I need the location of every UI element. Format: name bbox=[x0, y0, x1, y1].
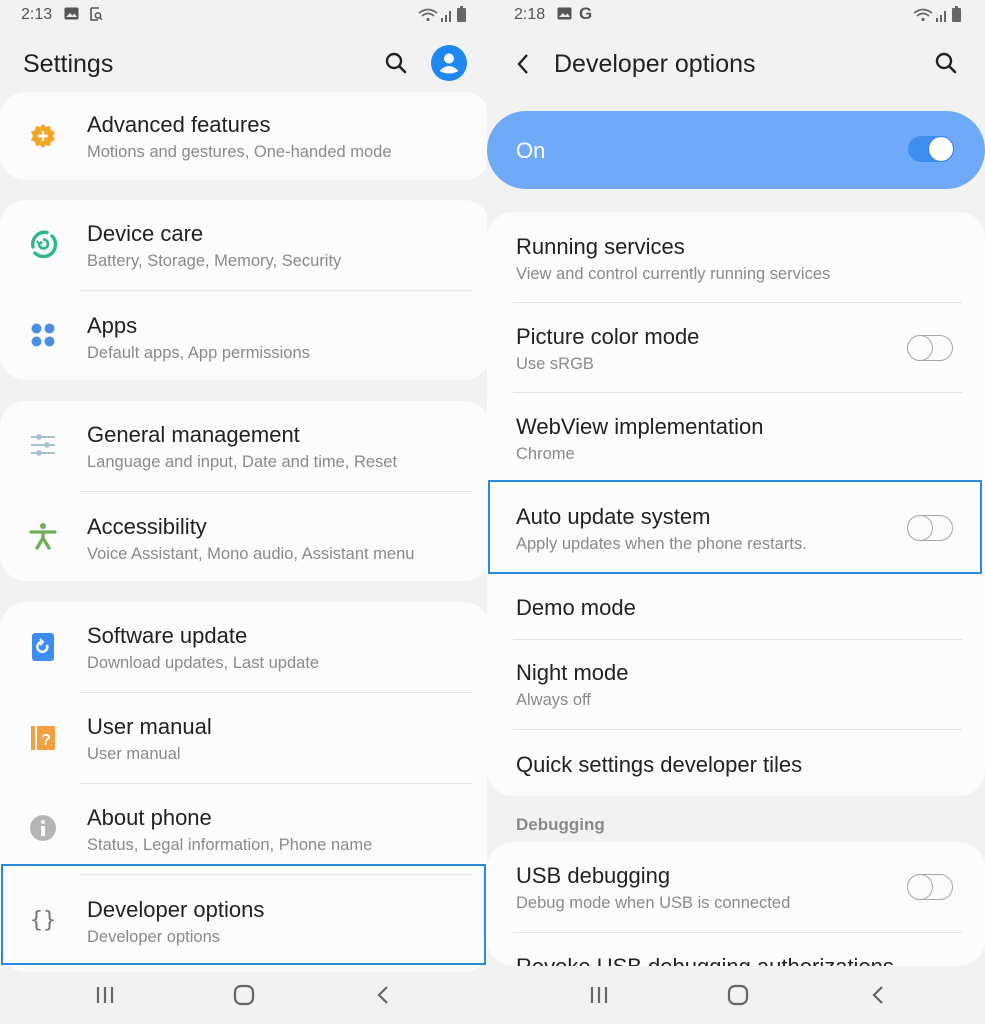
list-item-general-management[interactable]: General management Language and input, D… bbox=[0, 401, 490, 492]
list-item-quick-settings-tiles[interactable]: Quick settings developer tiles bbox=[487, 730, 985, 796]
battery-icon bbox=[457, 6, 466, 27]
list-item-revoke-usb-authorizations[interactable]: Revoke USB debugging authorizations bbox=[487, 933, 985, 966]
svg-text:?: ? bbox=[41, 732, 51, 749]
status-time: 2:18 bbox=[514, 6, 546, 23]
page-title: Developer options bbox=[554, 50, 756, 78]
master-switch[interactable]: On bbox=[487, 111, 985, 189]
search-icon[interactable] bbox=[384, 51, 408, 80]
accessibility-icon bbox=[28, 521, 58, 551]
advanced-features-icon bbox=[28, 121, 58, 151]
list-item-accessibility[interactable]: Accessibility Voice Assistant, Mono audi… bbox=[0, 492, 490, 581]
list-item-software-update[interactable]: Software update Download updates, Last u… bbox=[0, 602, 490, 693]
device-care-icon bbox=[28, 229, 58, 259]
status-time: 2:13 bbox=[21, 6, 53, 23]
settings-group: Software update Download updates, Last u… bbox=[0, 602, 490, 972]
auto-update-system-toggle[interactable] bbox=[907, 514, 953, 541]
image-icon bbox=[557, 7, 572, 25]
screenshot-search-icon bbox=[89, 7, 103, 26]
image-icon bbox=[64, 7, 79, 25]
google-icon: G bbox=[579, 4, 593, 23]
battery-icon bbox=[952, 6, 961, 27]
braces-icon: {} bbox=[29, 907, 57, 933]
list-item-running-services[interactable]: Running services View and control curren… bbox=[487, 212, 985, 303]
search-icon[interactable] bbox=[934, 51, 958, 80]
settings-group: Advanced features Motions and gestures, … bbox=[0, 92, 490, 180]
signal-icon bbox=[441, 8, 454, 27]
list-item-about-phone[interactable]: About phone Status, Legal information, P… bbox=[0, 784, 490, 875]
status-bar: 2:13 bbox=[0, 0, 490, 30]
list-item-usb-debugging[interactable]: USB debugging Debug mode when USB is con… bbox=[487, 842, 985, 933]
signal-icon bbox=[936, 8, 949, 27]
list-item-demo-mode[interactable]: Demo mode bbox=[487, 573, 985, 640]
back-icon[interactable] bbox=[375, 984, 391, 1011]
home-icon[interactable] bbox=[726, 984, 750, 1011]
developer-options-list: Running services View and control curren… bbox=[487, 212, 985, 796]
master-toggle[interactable] bbox=[908, 135, 954, 162]
home-icon[interactable] bbox=[232, 984, 256, 1011]
settings-group: Device care Battery, Storage, Memory, Se… bbox=[0, 200, 490, 380]
back-icon[interactable] bbox=[516, 52, 530, 81]
picture-color-mode-toggle[interactable] bbox=[907, 334, 953, 361]
sliders-icon bbox=[28, 430, 58, 460]
back-icon[interactable] bbox=[870, 984, 886, 1011]
usb-debugging-toggle[interactable] bbox=[907, 873, 953, 900]
developer-options-screen: 2:18 G Developer options On Running serv… bbox=[487, 0, 985, 1024]
navigation-bar bbox=[487, 968, 985, 1024]
user-manual-icon: ? bbox=[28, 723, 58, 753]
page-title: Settings bbox=[23, 50, 114, 78]
list-item-device-care[interactable]: Device care Battery, Storage, Memory, Se… bbox=[0, 200, 490, 291]
status-bar: 2:18 G bbox=[487, 0, 985, 30]
list-item-apps[interactable]: Apps Default apps, App permissions bbox=[0, 291, 490, 380]
list-item-webview-implementation[interactable]: WebView implementation Chrome bbox=[487, 393, 985, 483]
wifi-icon bbox=[913, 8, 933, 27]
list-item-night-mode[interactable]: Night mode Always off bbox=[487, 640, 985, 730]
list-item-auto-update-system[interactable]: Auto update system Apply updates when th… bbox=[487, 483, 985, 573]
list-item-user-manual[interactable]: ? User manual User manual bbox=[0, 693, 490, 784]
settings-screen: 2:13 Settings Advanced features Motions … bbox=[0, 0, 490, 1024]
list-item-picture-color-mode[interactable]: Picture color mode Use sRGB bbox=[487, 303, 985, 393]
software-update-icon bbox=[28, 632, 58, 662]
settings-group: General management Language and input, D… bbox=[0, 401, 490, 581]
wifi-icon bbox=[418, 8, 438, 27]
navigation-bar bbox=[0, 968, 490, 1024]
section-header-debugging: Debugging bbox=[516, 815, 605, 834]
profile-icon[interactable] bbox=[431, 45, 467, 86]
master-switch-label: On bbox=[516, 138, 546, 163]
recents-icon[interactable] bbox=[588, 984, 610, 1011]
list-item-developer-options[interactable]: {} Developer options Developer options bbox=[0, 875, 490, 972]
recents-icon[interactable] bbox=[94, 984, 116, 1011]
debugging-list: USB debugging Debug mode when USB is con… bbox=[487, 842, 985, 966]
info-icon bbox=[28, 813, 58, 843]
apps-icon bbox=[28, 320, 58, 350]
list-item-advanced-features[interactable]: Advanced features Motions and gestures, … bbox=[0, 92, 490, 180]
